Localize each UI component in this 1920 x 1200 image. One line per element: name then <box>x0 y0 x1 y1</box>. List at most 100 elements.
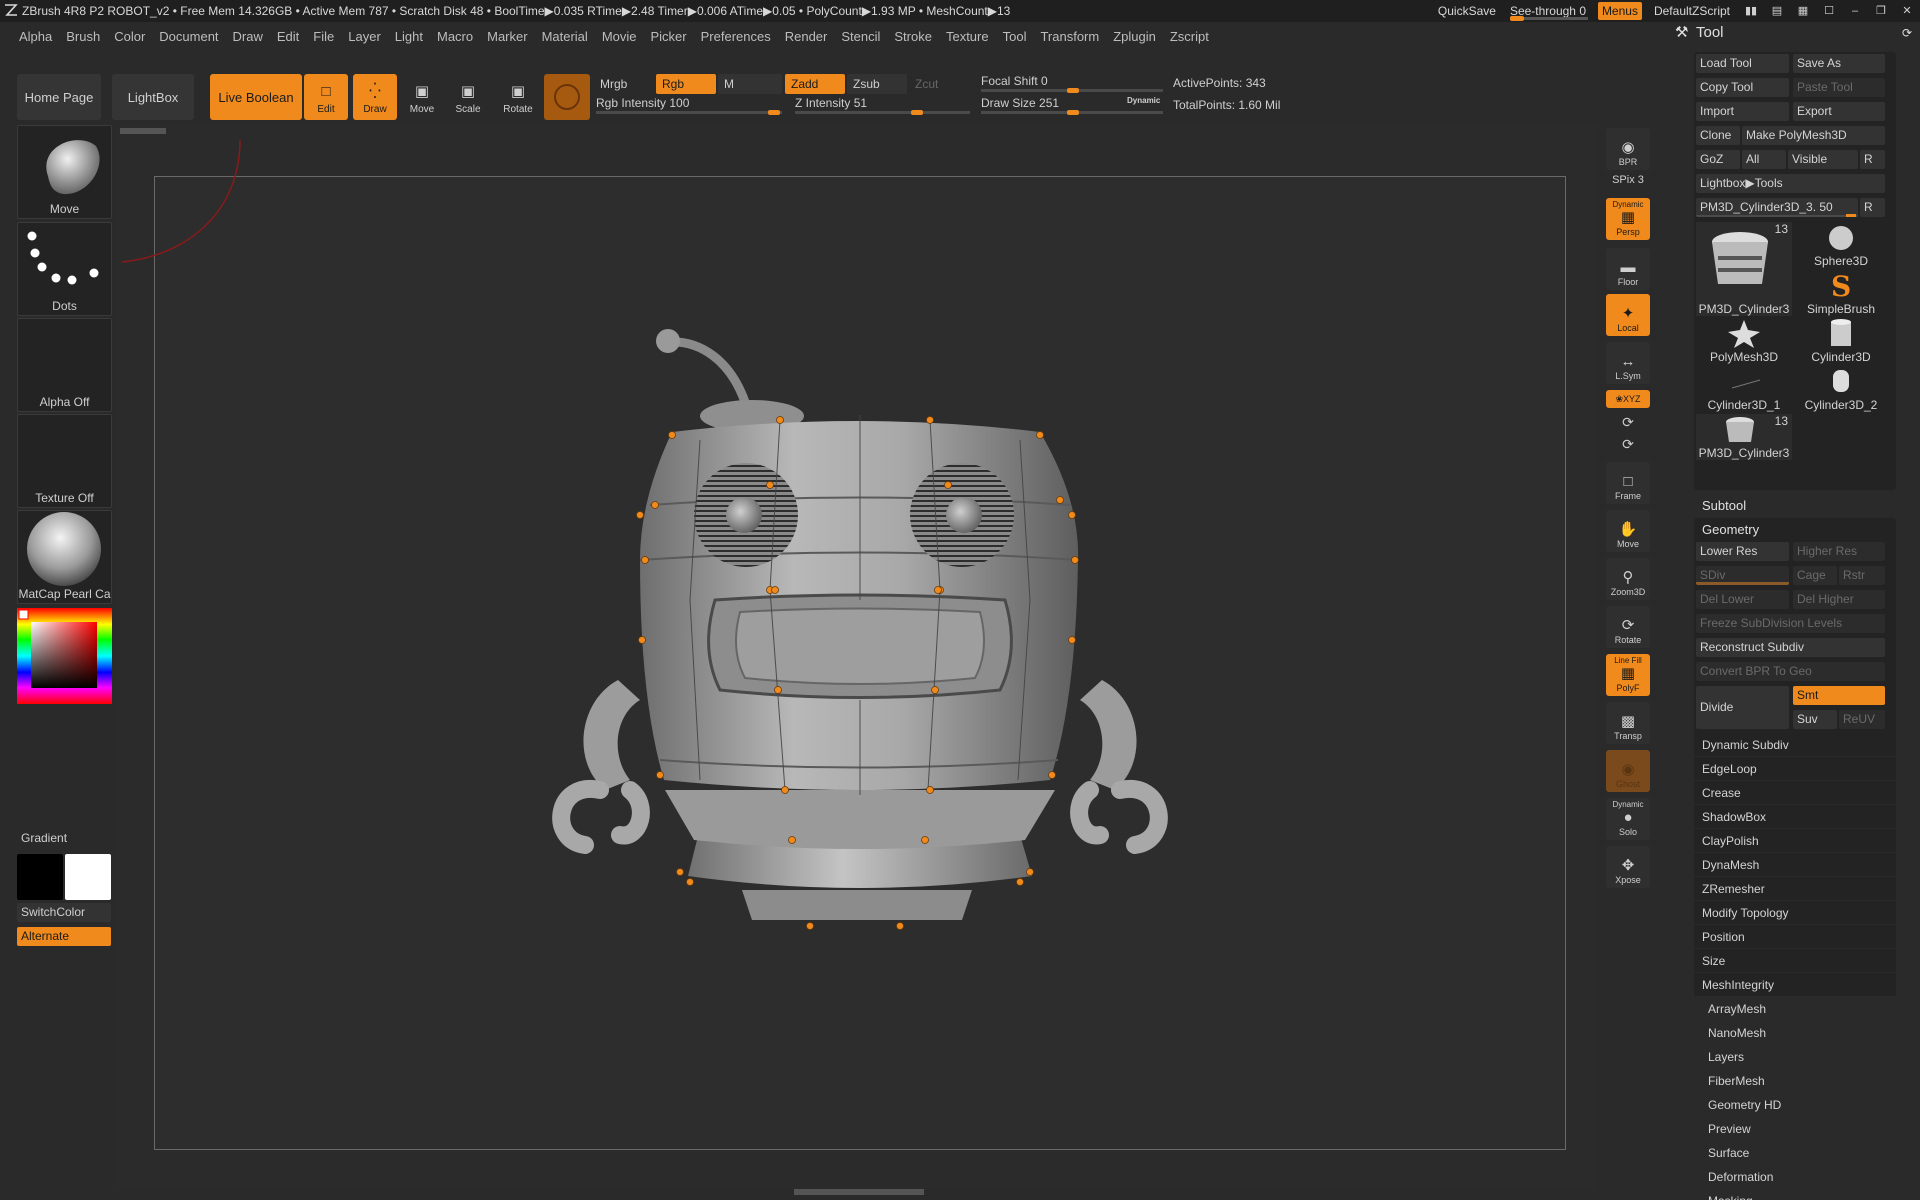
geometry-edgeloop[interactable]: EdgeLoop <box>1694 758 1896 781</box>
z-intensity-slider[interactable]: Z Intensity 51 <box>795 96 970 115</box>
move-view-button[interactable]: ✋ Move <box>1606 510 1650 552</box>
texture-selector[interactable]: Texture Off <box>17 414 112 508</box>
menus-toggle[interactable]: Menus <box>1597 2 1642 20</box>
export-button[interactable]: Export <box>1793 102 1885 121</box>
xpose-button[interactable]: ✥ Xpose <box>1606 846 1650 888</box>
tool-thumb-cylinder3d[interactable]: Cylinder3D <box>1793 318 1889 364</box>
goz-button[interactable]: GoZ <box>1696 150 1740 169</box>
menu-stencil[interactable]: Stencil <box>834 29 887 44</box>
palette-reset-icon[interactable]: ⟳ <box>1902 22 1912 44</box>
menu-macro[interactable]: Macro <box>430 29 480 44</box>
focal-shift-slider[interactable]: Focal Shift 0 <box>981 74 1163 93</box>
tool-thumb-sphere3d[interactable]: Sphere3D <box>1793 222 1889 268</box>
menu-marker[interactable]: Marker <box>480 29 534 44</box>
dynamic-size-toggle[interactable]: Dynamic <box>1127 96 1160 105</box>
gradient-label[interactable]: Gradient <box>21 831 67 845</box>
tool-thumb-cylinder3d-1[interactable]: Cylinder3D_1 <box>1696 366 1792 412</box>
spix-slider[interactable]: SPix 3 <box>1606 174 1650 186</box>
document-scroll-handle[interactable] <box>120 128 166 134</box>
geometry-section[interactable]: Geometry <box>1694 518 1896 541</box>
geometry-shadowbox[interactable]: ShadowBox <box>1694 806 1896 829</box>
rotate-view-button[interactable]: ⟳ Rotate <box>1606 606 1650 648</box>
rotate-mode-button[interactable]: ▣ Rotate <box>496 74 540 120</box>
stroke-selector[interactable]: Dots <box>17 222 112 316</box>
brush-selector[interactable]: Move <box>17 125 112 219</box>
freeze-subdivision-button[interactable]: Freeze SubDivision Levels <box>1696 614 1885 633</box>
goz-r-button[interactable]: R <box>1860 150 1885 169</box>
convert-bpr-button[interactable]: Convert BPR To Geo <box>1696 662 1885 681</box>
section-surface[interactable]: Surface <box>1694 1142 1896 1165</box>
xyz-button[interactable]: ❀XYZ <box>1606 390 1650 408</box>
live-boolean-button[interactable]: Live Boolean <box>210 74 302 120</box>
reconstruct-subdiv-button[interactable]: Reconstruct Subdiv <box>1696 638 1885 657</box>
clone-button[interactable]: Clone <box>1696 126 1740 145</box>
menu-edit[interactable]: Edit <box>270 29 306 44</box>
palette-layout-icon[interactable]: ▮▮ <box>1738 0 1764 22</box>
divide-button[interactable]: Divide <box>1696 686 1789 729</box>
quicksave-button[interactable]: QuickSave <box>1430 0 1504 22</box>
material-swatch[interactable] <box>544 74 590 120</box>
zoom3d-button[interactable]: ⚲ Zoom3D <box>1606 558 1650 600</box>
menu-transform[interactable]: Transform <box>1033 29 1106 44</box>
secondary-color-swatch[interactable] <box>65 854 111 900</box>
menu-tool[interactable]: Tool <box>996 29 1034 44</box>
zcut-toggle[interactable]: Zcut <box>909 74 969 94</box>
cage-button[interactable]: Cage <box>1793 566 1837 585</box>
menu-document[interactable]: Document <box>152 29 225 44</box>
menu-zplugin[interactable]: Zplugin <box>1106 29 1163 44</box>
del-lower-button[interactable]: Del Lower <box>1696 590 1789 609</box>
subtool-section[interactable]: Subtool <box>1694 494 1896 517</box>
geometry-claypolish[interactable]: ClayPolish <box>1694 830 1896 853</box>
rstr-button[interactable]: Rstr <box>1839 566 1885 585</box>
section-nanomesh[interactable]: NanoMesh <box>1694 1022 1896 1045</box>
load-tool-button[interactable]: Load Tool <box>1696 54 1789 73</box>
menu-alpha[interactable]: Alpha <box>12 29 59 44</box>
sdiv-slider[interactable]: SDiv <box>1696 566 1789 585</box>
home-page-button[interactable]: Home Page <box>17 74 101 120</box>
tool-thumb-polymesh3d[interactable]: PolyMesh3D <box>1696 318 1792 364</box>
menu-picker[interactable]: Picker <box>644 29 694 44</box>
material-selector[interactable]: MatCap Pearl Ca <box>17 510 112 604</box>
current-tool-slider[interactable]: PM3D_Cylinder3D_3. 50 <box>1696 198 1858 217</box>
edit-mode-button[interactable]: □ Edit <box>304 74 348 120</box>
smt-toggle[interactable]: Smt <box>1793 686 1885 705</box>
switchcolor-button[interactable]: SwitchColor <box>17 903 111 922</box>
main-color-swatch[interactable] <box>17 854 63 900</box>
solo-button[interactable]: Dynamic ● Solo <box>1606 798 1650 840</box>
menu-light[interactable]: Light <box>388 29 430 44</box>
persp-button[interactable]: Dynamic ▦ Persp <box>1606 198 1650 240</box>
menu-material[interactable]: Material <box>535 29 595 44</box>
geometry-meshintegrity[interactable]: MeshIntegrity <box>1694 974 1896 997</box>
menu-color[interactable]: Color <box>107 29 152 44</box>
bpr-button[interactable]: ◉ BPR <box>1606 128 1650 170</box>
menu-render[interactable]: Render <box>778 29 835 44</box>
rgb-intensity-slider[interactable]: Rgb Intensity 100 <box>596 96 782 115</box>
zsub-toggle[interactable]: Zsub <box>847 74 907 94</box>
default-zscript-button[interactable]: DefaultZScript <box>1646 0 1738 22</box>
lightbox-button[interactable]: LightBox <box>112 74 194 120</box>
restore-icon[interactable]: ❐ <box>1868 0 1894 22</box>
scale-mode-button[interactable]: ▣ Scale <box>446 74 490 120</box>
alpha-selector[interactable]: Alpha Off <box>17 318 112 412</box>
reuv-toggle[interactable]: ReUV <box>1839 710 1885 729</box>
tool-thumb-pm3d-cylinder-1[interactable]: 13 PM3D_Cylinder3 <box>1696 222 1792 316</box>
rgb-toggle[interactable]: Rgb <box>656 74 716 94</box>
rotate-z-icon[interactable]: ⟳ <box>1606 436 1650 453</box>
ui-layout-icon[interactable]: ▤ <box>1764 0 1790 22</box>
copy-tool-button[interactable]: Copy Tool <box>1696 78 1789 97</box>
lower-res-button[interactable]: Lower Res <box>1696 542 1789 561</box>
mrgb-toggle[interactable]: Mrgb <box>594 74 654 94</box>
polyf-button[interactable]: Line Fill ▦ PolyF <box>1606 654 1650 696</box>
zadd-toggle[interactable]: Zadd <box>785 74 845 94</box>
menu-texture[interactable]: Texture <box>939 29 996 44</box>
menu-layer[interactable]: Layer <box>341 29 388 44</box>
alternate-button[interactable]: Alternate <box>17 927 111 946</box>
geometry-position[interactable]: Position <box>1694 926 1896 949</box>
goz-visible-button[interactable]: Visible <box>1788 150 1858 169</box>
geometry-size[interactable]: Size <box>1694 950 1896 973</box>
lightbox-tools-button[interactable]: Lightbox▶Tools <box>1696 174 1885 193</box>
m-toggle[interactable]: M <box>718 74 782 94</box>
save-as-button[interactable]: Save As <box>1793 54 1885 73</box>
lsym-button[interactable]: ↔ L.Sym <box>1606 342 1650 384</box>
color-scheme-icon[interactable]: ▦ <box>1790 0 1816 22</box>
